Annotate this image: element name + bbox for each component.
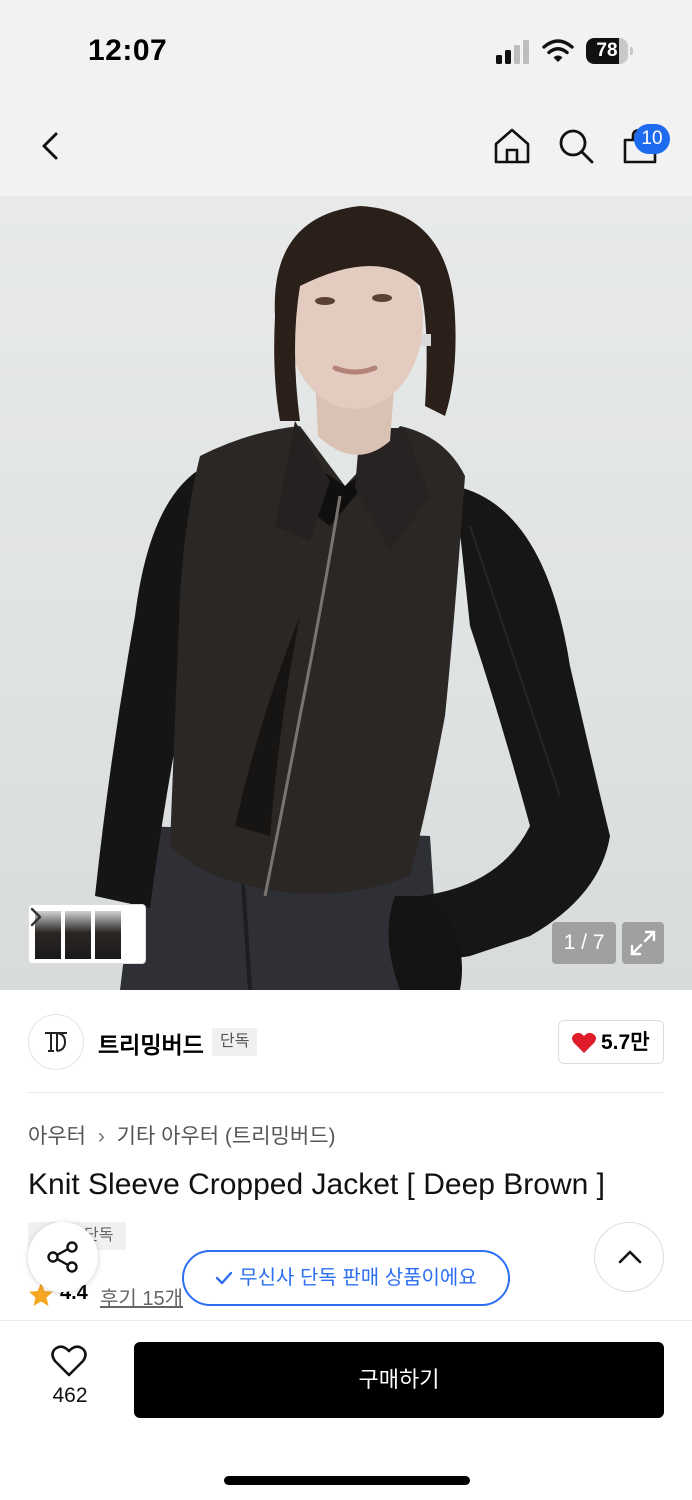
status-bar: 12:07 78	[0, 0, 692, 100]
chevron-right-icon[interactable]	[29, 905, 43, 929]
exclusive-sale-text: 무신사 단독 판매 상품이에요	[239, 1267, 477, 1289]
expand-image-button[interactable]	[622, 922, 664, 964]
battery-icon: 78	[586, 38, 634, 64]
breadcrumb: 아우터 › 기타 아우터 (트리밍버드)	[28, 1120, 336, 1150]
check-icon	[216, 1271, 233, 1285]
back-chevron-icon[interactable]	[32, 126, 72, 166]
image-counter: 1 / 7	[552, 922, 616, 964]
thumbnail-image[interactable]	[65, 911, 91, 959]
breadcrumb-chevron-icon: ›	[97, 1125, 105, 1148]
thumbnail-image[interactable]	[95, 911, 121, 959]
brand-logo[interactable]	[28, 1014, 84, 1070]
brand-logo-mark	[45, 1032, 67, 1052]
thumbnail-strip[interactable]	[28, 904, 146, 964]
scroll-to-top-button[interactable]	[594, 1222, 664, 1292]
product-image[interactable]: 1 / 7	[0, 196, 692, 990]
chevron-up-icon	[618, 1250, 642, 1264]
top-nav-bar	[0, 100, 692, 196]
exclusive-sale-banner[interactable]: 무신사 단독 판매 상품이에요	[182, 1250, 510, 1306]
wifi-icon	[542, 39, 574, 62]
model-photo-illustration	[95, 206, 610, 990]
expand-icon	[630, 930, 656, 956]
home-icon[interactable]	[492, 126, 532, 166]
cellular-signal-icon	[496, 40, 529, 64]
heart-filled-icon	[572, 1032, 596, 1053]
divider	[28, 1092, 664, 1093]
cart-count-badge: 10	[634, 124, 670, 154]
brand-like-button[interactable]: 5.7만	[558, 1020, 664, 1064]
product-title: Knit Sleeve Cropped Jacket [ Deep Brown …	[28, 1168, 605, 1201]
share-button[interactable]	[28, 1222, 98, 1292]
breadcrumb-item[interactable]: 아우터	[28, 1125, 86, 1148]
home-indicator	[224, 1476, 470, 1485]
breadcrumb-item[interactable]: 기타 아우터 (트리밍버드)	[117, 1125, 336, 1148]
exclusive-tag: 단독	[212, 1028, 258, 1056]
brand-name[interactable]: 트리밍버드	[98, 1026, 204, 1060]
wish-count: 462	[52, 1384, 88, 1407]
status-time: 12:07	[88, 34, 168, 67]
brand-like-count: 5.7만	[601, 1031, 650, 1054]
share-icon	[47, 1241, 78, 1273]
review-count-link[interactable]: 후기 15개	[100, 1282, 183, 1311]
buy-button[interactable]: 구매하기	[134, 1342, 664, 1418]
search-icon[interactable]	[556, 126, 596, 166]
heart-outline-icon[interactable]	[50, 1344, 88, 1378]
battery-level: 78	[596, 40, 618, 61]
